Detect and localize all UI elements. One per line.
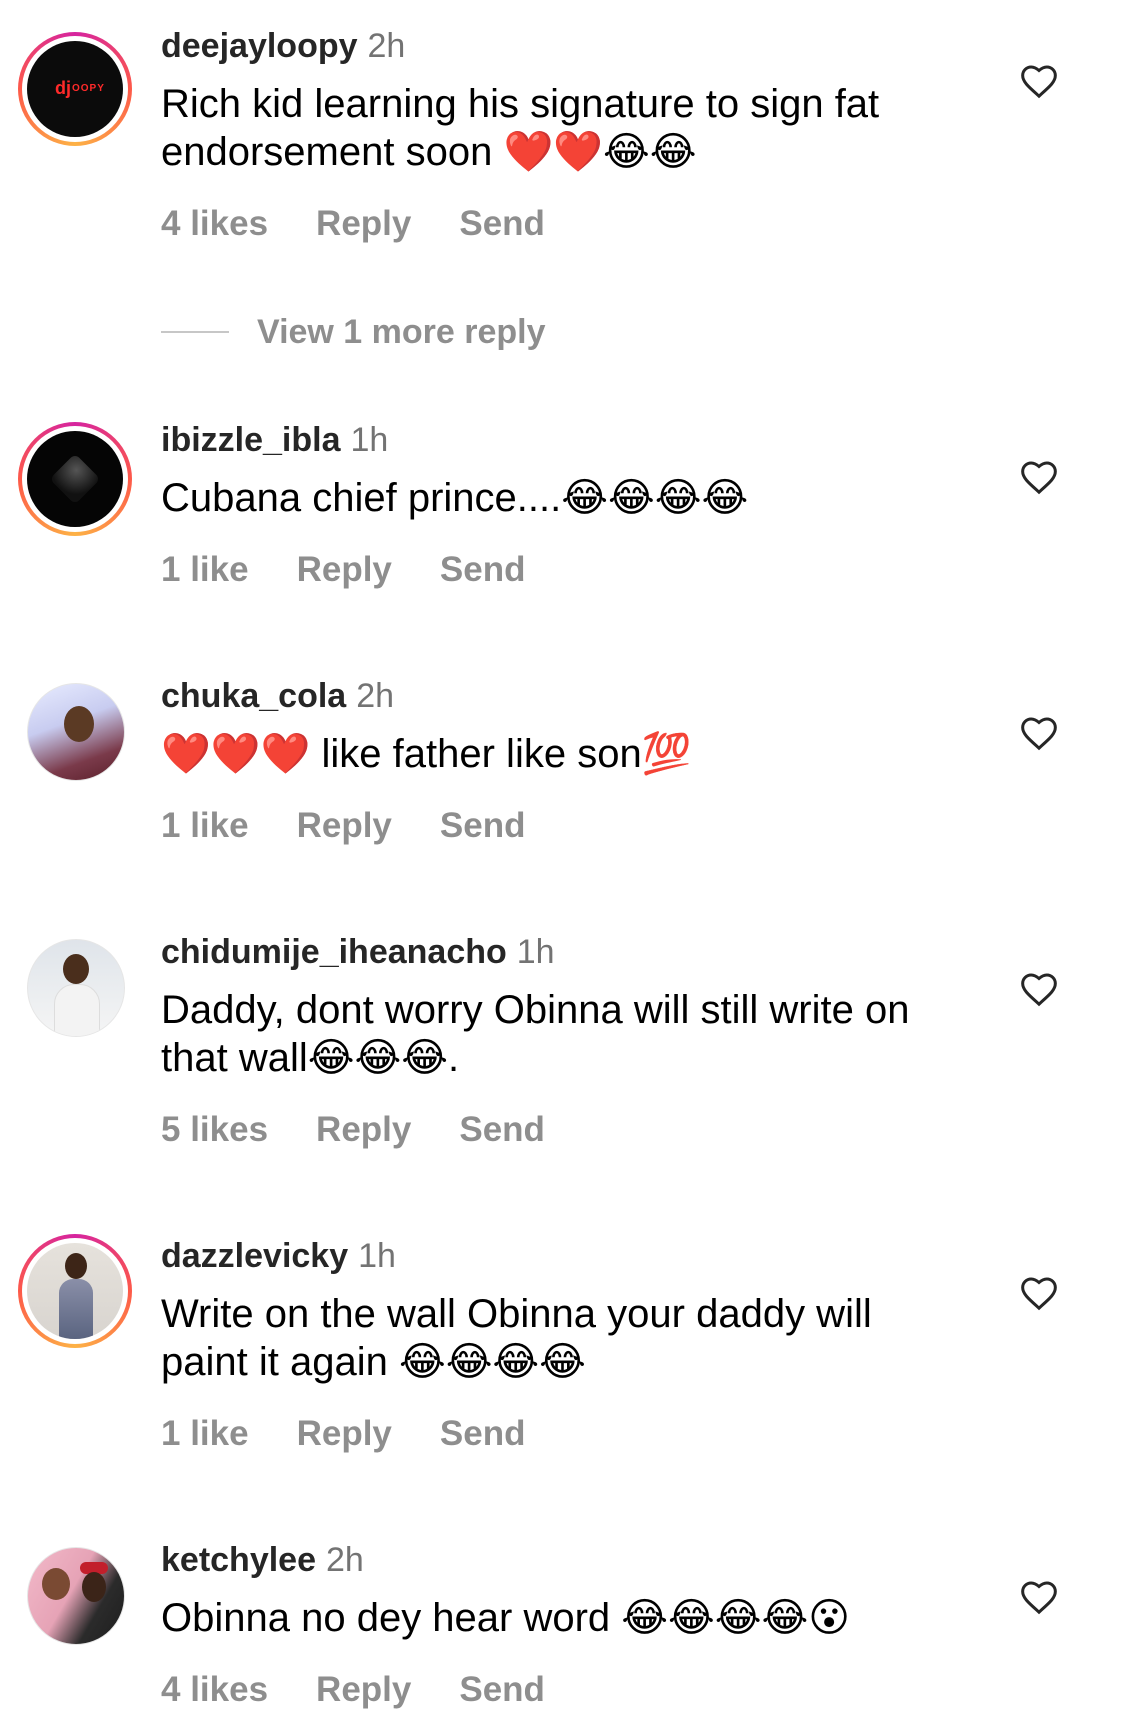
timestamp: 2h xyxy=(356,677,395,715)
comment-text: Write on the wall Obinna your daddy will… xyxy=(161,1292,872,1384)
likes-count[interactable]: 1 like xyxy=(161,1414,249,1453)
comment-text: Obinna no dey hear word 😂😂😂😂😮 xyxy=(161,1596,850,1640)
username[interactable]: chidumije_iheanacho xyxy=(161,933,507,971)
comment-text: ❤️❤️❤️ like father like son💯 xyxy=(161,732,692,776)
comment-header: chuka_cola 2h xyxy=(161,676,394,716)
username[interactable]: ibizzle_ibla xyxy=(161,421,341,459)
timestamp: 1h xyxy=(358,1237,396,1275)
reply-button[interactable]: Reply xyxy=(297,806,392,845)
send-button[interactable]: Send xyxy=(440,1414,526,1453)
send-button[interactable]: Send xyxy=(459,1110,545,1149)
view-more-replies[interactable]: View 1 more reply xyxy=(161,312,546,352)
likes-count[interactable]: 5 likes xyxy=(161,1110,268,1149)
send-button[interactable]: Send xyxy=(459,204,545,243)
send-button[interactable]: Send xyxy=(440,806,526,845)
story-ring: dj OOPY xyxy=(18,32,132,146)
comment-header: dazzlevicky 1h xyxy=(161,1236,396,1276)
avatar[interactable] xyxy=(18,422,132,536)
divider-line xyxy=(161,331,229,333)
send-button[interactable]: Send xyxy=(459,1670,545,1709)
timestamp: 2h xyxy=(326,1541,364,1579)
comment-header: ibizzle_ibla 1h xyxy=(161,420,388,460)
avatar-image xyxy=(27,683,125,781)
avatar[interactable] xyxy=(18,1234,132,1348)
comment-header: chidumije_iheanacho 1h xyxy=(161,932,555,972)
avatar-image xyxy=(27,1243,123,1339)
send-button[interactable]: Send xyxy=(440,550,526,589)
likes-count[interactable]: 1 like xyxy=(161,550,249,589)
heart-outline-icon[interactable] xyxy=(1019,714,1059,754)
reply-button[interactable]: Reply xyxy=(316,1110,411,1149)
reply-button[interactable]: Reply xyxy=(316,1670,411,1709)
avatar-logo: dj xyxy=(55,78,71,98)
comment-actions: 4 likes Reply Send xyxy=(161,204,593,244)
heart-outline-icon[interactable] xyxy=(1019,970,1059,1010)
comment-actions: 4 likes Reply Send xyxy=(161,1670,593,1710)
reply-button[interactable]: Reply xyxy=(297,550,392,589)
timestamp: 2h xyxy=(367,27,406,65)
comment-header: ketchylee 2h xyxy=(161,1540,364,1580)
comment-actions: 1 like Reply Send xyxy=(161,550,573,590)
avatar-image xyxy=(27,939,125,1037)
likes-count[interactable]: 4 likes xyxy=(161,204,268,243)
story-ring xyxy=(18,422,132,536)
timestamp: 1h xyxy=(516,933,555,971)
comment-header: deejayloopy 2h xyxy=(161,26,405,66)
avatar[interactable] xyxy=(18,674,132,788)
avatar[interactable] xyxy=(18,930,132,1044)
heart-outline-icon[interactable] xyxy=(1019,458,1059,498)
username[interactable]: chuka_cola xyxy=(161,677,346,715)
avatar-image xyxy=(27,431,123,527)
comment-text: Rich kid learning his signature to sign … xyxy=(161,82,880,174)
username[interactable]: dazzlevicky xyxy=(161,1237,348,1275)
likes-count[interactable]: 4 likes xyxy=(161,1670,268,1709)
comment-actions: 1 like Reply Send xyxy=(161,1414,573,1454)
heart-outline-icon[interactable] xyxy=(1019,62,1059,102)
timestamp: 1h xyxy=(350,421,389,459)
avatar[interactable] xyxy=(18,1538,132,1652)
story-ring xyxy=(18,1234,132,1348)
heart-outline-icon[interactable] xyxy=(1019,1578,1059,1618)
reply-button[interactable]: Reply xyxy=(316,204,411,243)
likes-count[interactable]: 1 like xyxy=(161,806,249,845)
avatar-image: dj OOPY xyxy=(27,41,123,137)
avatar-image xyxy=(27,1547,125,1645)
reply-button[interactable]: Reply xyxy=(297,1414,392,1453)
username[interactable]: ketchylee xyxy=(161,1541,316,1579)
comment-actions: 5 likes Reply Send xyxy=(161,1110,593,1150)
comment-actions: 1 like Reply Send xyxy=(161,806,573,846)
comment-text: Cubana chief prince....😂😂😂😂 xyxy=(161,476,749,520)
view-more-replies-label[interactable]: View 1 more reply xyxy=(257,313,546,352)
avatar[interactable]: dj OOPY xyxy=(18,32,132,146)
username[interactable]: deejayloopy xyxy=(161,27,358,65)
heart-outline-icon[interactable] xyxy=(1019,1274,1059,1314)
comment-text: Daddy, dont worry Obinna will still writ… xyxy=(161,988,910,1080)
